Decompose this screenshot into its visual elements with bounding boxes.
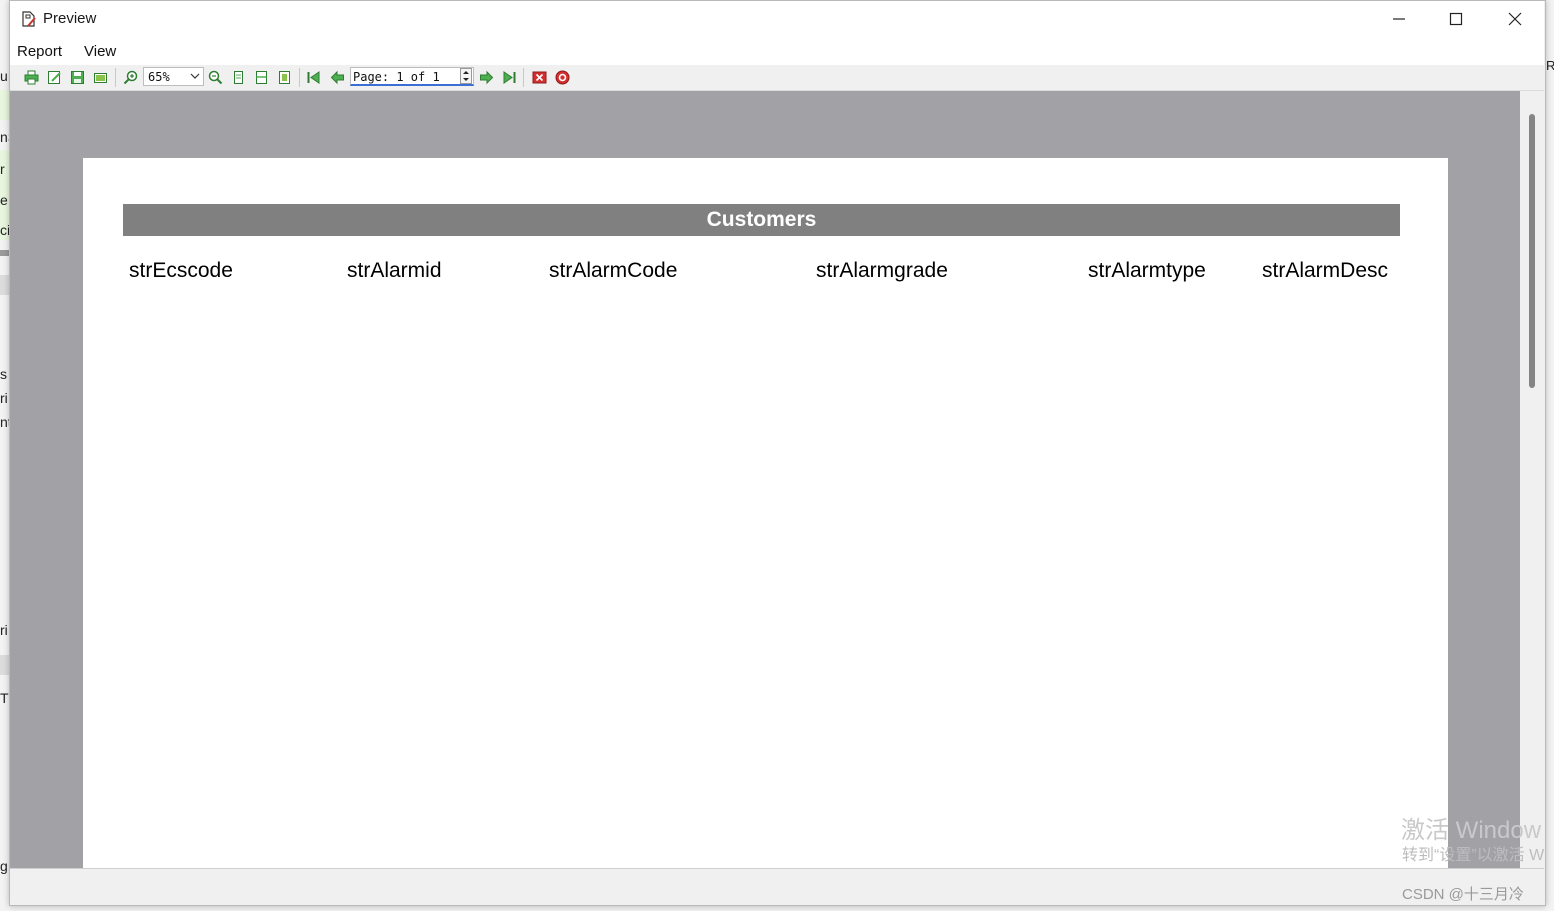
close-button[interactable]	[1486, 1, 1544, 37]
status-bar	[10, 868, 1544, 905]
first-page-button[interactable]	[305, 69, 322, 86]
maximize-button[interactable]	[1427, 1, 1485, 37]
save-icon	[71, 71, 84, 84]
menu-view[interactable]: View	[84, 43, 116, 60]
background-app-right	[1545, 0, 1554, 911]
minimize-button[interactable]	[1370, 1, 1428, 37]
prev-page-icon	[330, 70, 344, 85]
csdn-watermark: CSDN @十三月冷	[1402, 886, 1524, 903]
activation-watermark-subtitle: 转到“设置”以激活 W	[1402, 847, 1545, 864]
zoom-in-icon	[123, 70, 138, 85]
maximize-icon	[1449, 12, 1463, 26]
menu-bar	[10, 37, 1544, 65]
full-page-button[interactable]	[276, 69, 293, 86]
scrollbar-thumb[interactable]	[1529, 114, 1535, 388]
full-page-icon	[279, 71, 290, 84]
one-page-button[interactable]	[230, 69, 247, 86]
edit-icon	[48, 71, 61, 84]
save-button[interactable]	[69, 69, 86, 86]
zoom-out-button[interactable]	[207, 69, 224, 86]
toolbar-separator	[299, 68, 300, 87]
last-page-icon	[503, 71, 516, 84]
toolbar-separator	[523, 68, 524, 87]
help-button[interactable]	[554, 69, 571, 86]
close-icon	[1508, 12, 1522, 26]
column-header: strAlarmDesc	[1262, 259, 1389, 282]
zoom-value: 65%	[148, 70, 170, 84]
column-header: strAlarmid	[347, 259, 442, 282]
column-header: strAlarmCode	[549, 259, 678, 282]
print-icon	[24, 70, 39, 85]
close-preview-icon	[532, 71, 547, 84]
minimize-icon	[1393, 18, 1405, 20]
activation-watermark-title: 激活 Window	[1401, 817, 1542, 844]
column-header: strEcscode	[129, 259, 233, 282]
report-title-band: Customers	[123, 204, 1400, 236]
chevron-down-icon[interactable]	[190, 72, 200, 80]
page-width-icon	[256, 71, 267, 84]
window-title: Preview	[43, 10, 97, 27]
edit-button[interactable]	[46, 69, 63, 86]
background-text: R	[1546, 58, 1554, 73]
prev-page-button[interactable]	[329, 69, 346, 86]
report-title: Customers	[706, 208, 817, 231]
column-header: strAlarmtype	[1088, 259, 1206, 282]
page-spinner-icon[interactable]	[460, 68, 472, 84]
export-icon	[94, 73, 107, 83]
report-app-icon	[22, 11, 36, 27]
page-width-button[interactable]	[253, 69, 270, 86]
next-page-button[interactable]	[478, 69, 495, 86]
close-preview-button[interactable]	[531, 69, 548, 86]
last-page-button[interactable]	[501, 69, 518, 86]
column-header: strAlarmgrade	[816, 259, 948, 282]
next-page-icon	[480, 70, 494, 85]
first-page-icon	[307, 71, 320, 84]
menu-report[interactable]: Report	[17, 43, 62, 60]
page-number-text: Page: 1 of 1	[353, 70, 440, 84]
report-page	[83, 158, 1448, 868]
print-button[interactable]	[23, 69, 40, 86]
help-icon	[555, 70, 570, 85]
title-bar[interactable]	[10, 1, 1544, 37]
export-button[interactable]	[92, 69, 109, 86]
one-page-icon	[234, 71, 243, 84]
zoom-in-button[interactable]	[122, 69, 139, 86]
toolbar-separator	[115, 68, 116, 87]
zoom-out-icon	[208, 70, 223, 85]
